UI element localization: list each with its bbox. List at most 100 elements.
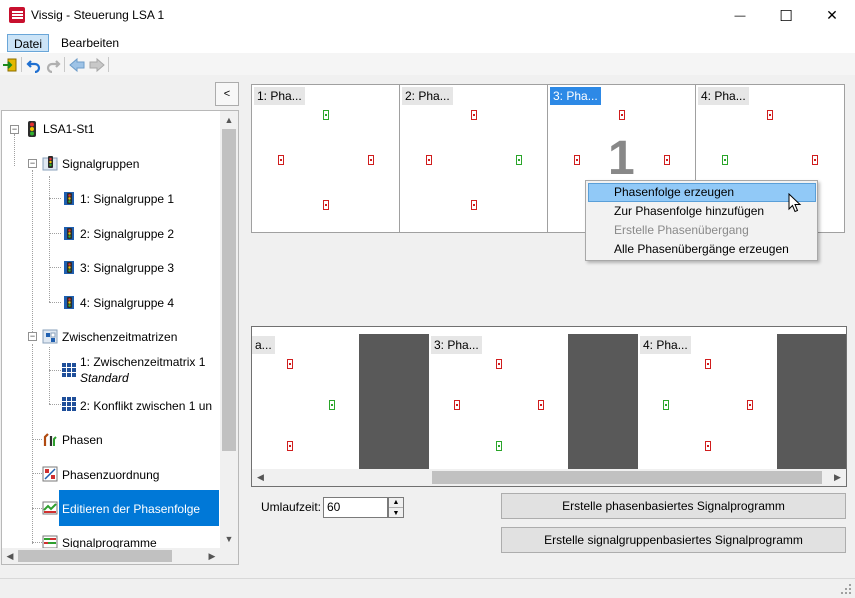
phase-transition-block[interactable]	[359, 334, 429, 469]
tree-signalgruppe-1[interactable]: 1: Signalgruppe 1	[80, 192, 174, 206]
phase-sequence-panel: a... 3: Pha... 4: Pha... ◀ ▶	[251, 326, 847, 487]
exit-button[interactable]	[1, 56, 19, 73]
scroll-left-icon[interactable]: ◀	[2, 548, 18, 564]
context-menu: Phasenfolge erzeugen Zur Phasenfolge hin…	[585, 180, 818, 261]
tree-zwischenzeitmatrix-1[interactable]: 1: Zwischenzeitmatrix 1	[80, 355, 205, 369]
scroll-left-icon[interactable]: ◀	[252, 469, 269, 486]
signal-red-icon	[287, 359, 293, 369]
title-bar: Vissig - Steuerung LSA 1 — ☐ ✕	[0, 0, 855, 31]
signal-red-icon	[287, 441, 293, 451]
app-icon	[9, 7, 25, 23]
menu-phasenfolge-erzeugen[interactable]: Phasenfolge erzeugen	[588, 183, 816, 202]
umlaufzeit-label: Umlaufzeit:	[261, 500, 322, 514]
signal-red-icon	[664, 155, 670, 165]
signal-red-icon	[538, 400, 544, 410]
signal-green-icon	[329, 400, 335, 410]
menu-erstelle-phasenuebergang: Erstelle Phasenübergang	[614, 223, 749, 237]
umlaufzeit-spinner[interactable]: ▲ ▼	[388, 497, 404, 518]
umlaufzeit-input[interactable]: 60	[323, 497, 388, 518]
tree-editieren-phasenfolge[interactable]: Editieren der Phasenfolge	[62, 502, 200, 516]
scroll-right-icon[interactable]: ▶	[829, 469, 846, 486]
signal-red-icon	[767, 110, 773, 120]
traffic-light-icon	[28, 121, 36, 137]
close-button[interactable]: ✕	[809, 0, 855, 31]
sequence-phase-card[interactable]: 4: Pha...	[638, 334, 777, 469]
toolbar	[0, 53, 855, 75]
minimize-button[interactable]: —	[717, 0, 763, 31]
tree-signalgruppe-3[interactable]: 3: Signalgruppe 3	[80, 261, 174, 275]
create-signalgroup-program-button[interactable]: Erstelle signalgruppenbasiertes Signalpr…	[501, 527, 846, 553]
phase-label: 2: Pha...	[402, 87, 453, 105]
signal-red-icon	[426, 155, 432, 165]
tree-vertical-scrollbar[interactable]: ▲ ▼	[220, 111, 238, 548]
signal-red-icon	[278, 155, 284, 165]
tree-signalgruppe-2[interactable]: 2: Signalgruppe 2	[80, 227, 174, 241]
menu-bearbeiten[interactable]: Bearbeiten	[55, 34, 125, 52]
sequence-hscroll-thumb[interactable]	[432, 471, 822, 484]
tree-horizontal-scrollbar[interactable]: ◀ ▶	[2, 548, 238, 564]
phase-label: 3: Pha...	[550, 87, 601, 105]
scroll-up-icon[interactable]: ▲	[220, 111, 238, 129]
phase-sequence-icon	[42, 501, 58, 515]
tree-hscroll-thumb[interactable]	[18, 550, 172, 562]
signal-green-icon	[722, 155, 728, 165]
signalgruppen-expander[interactable]: −	[28, 159, 37, 168]
maximize-icon: ☐	[779, 7, 793, 25]
signal-red-icon	[454, 400, 460, 410]
tree-phasen[interactable]: Phasen	[62, 433, 103, 447]
redo-button[interactable]	[44, 56, 62, 73]
signal-red-icon	[471, 200, 477, 210]
phases-icon	[43, 433, 57, 446]
tree-signalgruppe-4[interactable]: 4: Signalgruppe 4	[80, 296, 174, 310]
forward-button[interactable]	[88, 56, 106, 73]
phase-card[interactable]: 1: Pha...	[252, 85, 400, 232]
scroll-down-icon[interactable]: ▼	[220, 530, 238, 548]
signal-red-icon	[496, 359, 502, 369]
phase-transition-block[interactable]	[777, 334, 846, 469]
menu-datei[interactable]: Datei	[7, 34, 50, 52]
signal-group-icon	[64, 227, 74, 240]
spin-up-icon[interactable]: ▲	[389, 498, 403, 508]
tree-root-label[interactable]: LSA1-St1	[43, 122, 94, 136]
tree-konflikt-matrix[interactable]: 2: Konflikt zwischen 1 un	[80, 399, 212, 413]
tree-signalgruppen[interactable]: Signalgruppen	[62, 157, 139, 171]
tree-matrix-standard-tag: Standard	[80, 371, 129, 385]
signal-green-icon	[516, 155, 522, 165]
scroll-right-icon[interactable]: ▶	[204, 548, 220, 564]
spin-down-icon[interactable]: ▼	[389, 508, 403, 518]
maximize-button[interactable]: ☐	[763, 0, 809, 31]
tree-vscroll-thumb[interactable]	[222, 129, 236, 451]
signal-green-icon	[323, 110, 329, 120]
sequence-phase-card[interactable]: 3: Pha...	[429, 334, 568, 469]
menu-bar: Datei Bearbeiten	[0, 31, 855, 53]
undo-icon	[26, 59, 41, 73]
tree-phasenzuordnung[interactable]: Phasenzuordnung	[62, 468, 159, 482]
signal-red-icon	[619, 110, 625, 120]
phase-card[interactable]: 2: Pha...	[400, 85, 548, 232]
close-icon: ✕	[826, 7, 838, 23]
menu-alle-phasenuebergaenge[interactable]: Alle Phasenübergänge erzeugen	[588, 240, 816, 259]
matrix-icon	[62, 397, 76, 411]
signal-red-icon	[323, 200, 329, 210]
back-button[interactable]	[68, 56, 86, 73]
tree-zwischenzeitmatrizen[interactable]: Zwischenzeitmatrizen	[62, 330, 177, 344]
signal-red-icon	[705, 359, 711, 369]
root-expander[interactable]: −	[10, 125, 19, 134]
resize-grip-icon[interactable]	[840, 583, 852, 595]
sequence-horizontal-scrollbar[interactable]: ◀ ▶	[252, 469, 846, 486]
sequence-phase-card[interactable]: a...	[252, 334, 359, 469]
zwischenzeit-expander[interactable]: −	[28, 332, 37, 341]
signal-red-icon	[368, 155, 374, 165]
phase-label: 3: Pha...	[431, 336, 482, 354]
signal-green-icon	[496, 441, 502, 451]
signal-red-icon	[812, 155, 818, 165]
phase-assignment-icon	[42, 466, 58, 482]
toolbar-separator	[108, 57, 109, 72]
menu-zur-phasenfolge-hinzufuegen[interactable]: Zur Phasenfolge hinzufügen	[588, 202, 816, 221]
signal-group-icon	[64, 296, 74, 309]
create-phase-program-button[interactable]: Erstelle phasenbasiertes Signalprogramm	[501, 493, 846, 519]
collapse-panel-button[interactable]: <	[215, 82, 239, 106]
undo-button[interactable]	[25, 56, 43, 73]
matrix-folder-icon	[42, 329, 58, 344]
phase-transition-block[interactable]	[568, 334, 638, 469]
